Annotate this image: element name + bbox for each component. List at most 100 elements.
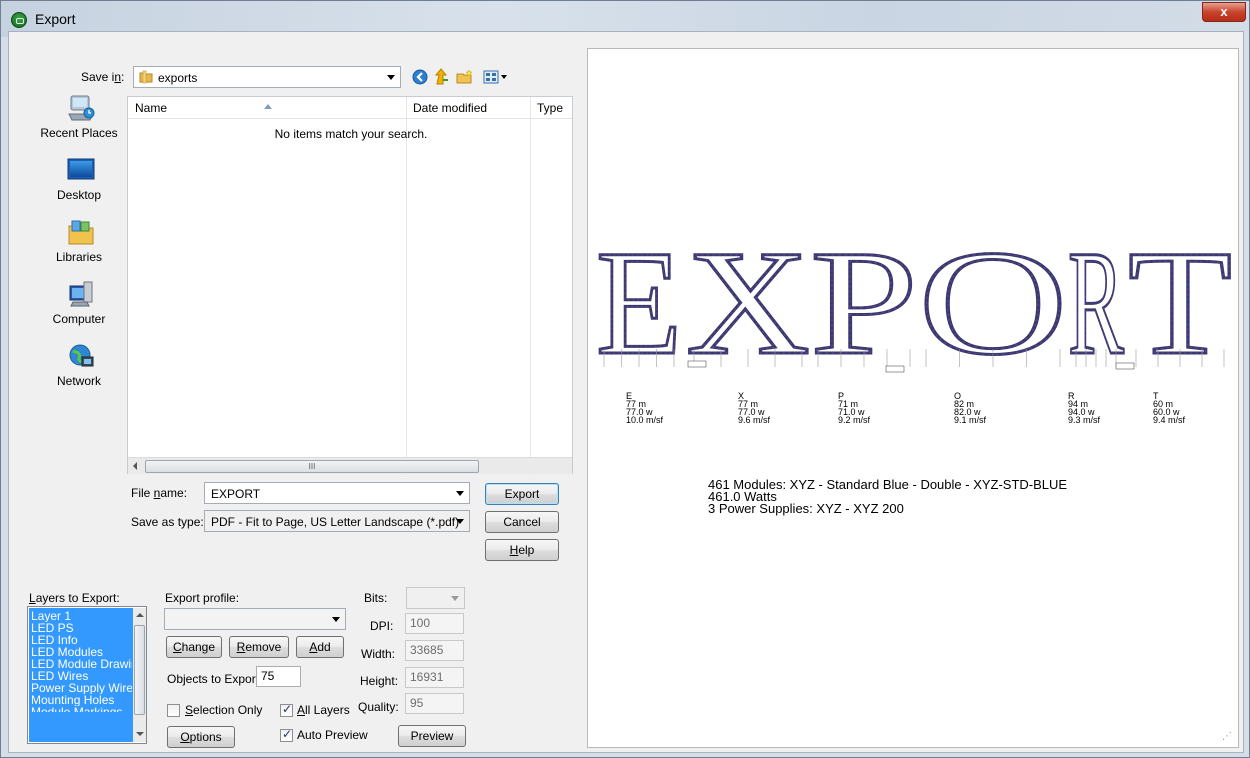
computer-icon bbox=[67, 280, 95, 308]
up-folder-icon[interactable] bbox=[434, 68, 450, 86]
file-name-input[interactable]: EXPORT bbox=[204, 482, 470, 504]
layer-item[interactable]: Module Markings bbox=[31, 706, 132, 712]
save-in-label: Save in: bbox=[81, 70, 125, 84]
mnemonic-letter: A bbox=[297, 703, 306, 717]
place-computer[interactable]: Computer bbox=[29, 280, 129, 336]
export-profile-label: Export profile: bbox=[165, 591, 240, 605]
network-icon bbox=[67, 342, 95, 370]
mnemonic-letter: A bbox=[309, 640, 318, 654]
app-icon bbox=[11, 12, 27, 28]
remove-profile-button[interactable]: Remove bbox=[229, 636, 289, 658]
layer-item[interactable]: LED Module Drawing bbox=[31, 658, 132, 670]
column-date-modified[interactable]: Date modified bbox=[406, 97, 530, 119]
mnemonic-letter: C bbox=[172, 640, 182, 654]
scroll-down-icon[interactable] bbox=[136, 732, 144, 736]
letter-stat: 9.1 m/sf bbox=[954, 415, 987, 425]
remove-label: Remove bbox=[236, 640, 282, 654]
mnemonic-letter: H bbox=[509, 543, 519, 557]
save-in-value: exports bbox=[158, 71, 198, 85]
layer-item[interactable]: LED Info bbox=[31, 634, 132, 646]
height-label: Height: bbox=[360, 674, 399, 688]
back-icon[interactable] bbox=[412, 69, 428, 85]
letter-stat: 9.3 m/sf bbox=[1068, 415, 1101, 425]
dpi-label: DPI: bbox=[370, 619, 394, 633]
add-profile-button[interactable]: Add bbox=[296, 636, 344, 658]
layer-item[interactable]: LED Wires bbox=[31, 670, 132, 682]
place-label: Network bbox=[56, 374, 101, 388]
letter-stat: 9.4 m/sf bbox=[1153, 415, 1186, 425]
quality-field: 95 bbox=[405, 693, 464, 714]
letter-stat: 9.6 m/sf bbox=[738, 415, 771, 425]
new-folder-icon[interactable] bbox=[456, 69, 474, 85]
power-supply-marker bbox=[885, 365, 905, 373]
selection-only-label[interactable]: Selection Only bbox=[185, 703, 262, 717]
scroll-left-icon[interactable] bbox=[133, 462, 137, 470]
width-label: Width: bbox=[361, 647, 396, 661]
horizontal-scrollbar[interactable]: III bbox=[128, 457, 572, 474]
save-in-combo[interactable]: exports bbox=[133, 66, 401, 88]
power-supply-marker bbox=[687, 360, 707, 368]
chevron-down-icon bbox=[456, 491, 464, 496]
place-label: Computer bbox=[52, 312, 106, 326]
all-layers-checkbox[interactable] bbox=[280, 702, 293, 717]
desktop-icon bbox=[67, 156, 95, 184]
height-field: 16931 bbox=[405, 667, 464, 688]
view-menu-icon[interactable] bbox=[483, 69, 511, 85]
cancel-button[interactable]: Cancel bbox=[485, 511, 559, 533]
mnemonic-letter: S bbox=[185, 703, 194, 717]
selection-only-checkbox[interactable] bbox=[167, 704, 180, 717]
save-as-type-label: Save as type: bbox=[131, 515, 204, 529]
options-button[interactable]: Options bbox=[167, 726, 235, 748]
column-divider bbox=[530, 97, 531, 475]
change-profile-button[interactable]: Change bbox=[166, 636, 222, 658]
preview-pane: E E X X P P O O R R T T E 77 m 77.0 w 10.0 m/sf X 77 m 77.… bbox=[587, 48, 1239, 748]
auto-preview-checkbox[interactable] bbox=[280, 727, 293, 742]
place-desktop[interactable]: Desktop bbox=[29, 156, 129, 212]
empty-message: No items match your search. bbox=[274, 127, 428, 141]
file-list[interactable]: Name Date modified Type No items match y… bbox=[127, 96, 573, 475]
place-label: Libraries bbox=[55, 250, 103, 264]
help-button[interactable]: Help bbox=[485, 539, 559, 561]
power-supply-marker bbox=[1115, 362, 1135, 370]
summary-line: 3 Power Supplies: XYZ - XYZ 200 bbox=[708, 501, 904, 516]
add-label: Add bbox=[309, 640, 331, 654]
libraries-icon bbox=[67, 218, 95, 246]
objects-to-export-field[interactable]: 75 bbox=[256, 666, 301, 687]
save-as-type-select[interactable]: PDF - Fit to Page, US Letter Landscape (… bbox=[204, 510, 470, 532]
layer-item[interactable]: LED Modules bbox=[31, 646, 132, 658]
sort-ascending-icon bbox=[264, 98, 272, 109]
layers-listbox[interactable]: Layer 1 LED PS LED Info LED Modules LED … bbox=[27, 606, 147, 744]
place-libraries[interactable]: Libraries bbox=[29, 218, 129, 274]
column-type[interactable]: Type bbox=[530, 97, 572, 119]
width-field: 33685 bbox=[405, 640, 464, 661]
window-title: Export bbox=[35, 11, 76, 27]
layer-item[interactable]: LED PS bbox=[31, 622, 132, 634]
all-layers-label[interactable]: All Layers bbox=[297, 703, 350, 717]
mnemonic-letter: L bbox=[29, 591, 36, 605]
mnemonic-letter: n bbox=[114, 70, 122, 84]
scroll-up-icon[interactable] bbox=[136, 613, 144, 617]
export-profile-select[interactable] bbox=[164, 608, 346, 630]
change-label: Change bbox=[172, 640, 216, 654]
export-dialog: Export x Save in: exports Recent Places … bbox=[0, 0, 1250, 758]
quality-label: Quality: bbox=[358, 700, 399, 714]
preview-button[interactable]: Preview bbox=[398, 725, 466, 747]
scroll-thumb[interactable]: III bbox=[145, 460, 479, 473]
close-button[interactable]: x bbox=[1202, 2, 1246, 22]
mnemonic-letter: R bbox=[236, 640, 246, 654]
layer-item[interactable]: Layer 1 bbox=[31, 610, 132, 622]
mnemonic-letter: O bbox=[180, 730, 190, 744]
place-recent-places[interactable]: Recent Places bbox=[29, 94, 129, 150]
layers-label: Layers to Export: bbox=[29, 591, 120, 605]
auto-preview-label[interactable]: Auto Preview bbox=[297, 728, 368, 742]
sign-preview: EE XX PP OO RR TTE77 m77.0 w10.0 m/sfX77 m77.… bbox=[595, 219, 1234, 517]
layers-scrollbar[interactable] bbox=[133, 608, 146, 742]
layer-item[interactable]: Mounting Holes bbox=[31, 694, 132, 706]
folder-icon bbox=[139, 70, 153, 84]
export-button[interactable]: Export bbox=[485, 483, 559, 505]
scroll-thumb[interactable] bbox=[134, 625, 145, 715]
dpi-field: 100 bbox=[405, 613, 464, 634]
layer-item[interactable]: Power Supply Wires bbox=[31, 682, 132, 694]
place-network[interactable]: Network bbox=[29, 342, 129, 398]
chevron-down-icon bbox=[332, 617, 340, 622]
